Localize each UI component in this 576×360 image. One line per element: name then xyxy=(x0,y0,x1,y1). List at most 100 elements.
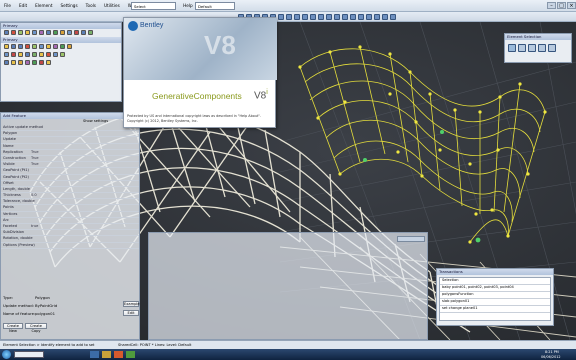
tool-icon[interactable] xyxy=(32,52,37,57)
example-button[interactable]: Example xyxy=(123,301,140,307)
tool-icon[interactable] xyxy=(25,44,30,49)
tool-icon[interactable] xyxy=(4,60,9,65)
toolbar-icon[interactable] xyxy=(390,14,396,20)
tool-icon[interactable] xyxy=(60,52,65,57)
tool-icon[interactable] xyxy=(18,52,23,57)
menu-settings[interactable]: Settings xyxy=(56,3,81,8)
edit-button[interactable]: Edit xyxy=(123,310,139,316)
tool-icon[interactable] xyxy=(4,30,9,35)
taskbar-app-icon[interactable] xyxy=(90,351,99,358)
tool-icon[interactable] xyxy=(88,30,93,35)
tool-icon[interactable] xyxy=(67,44,72,49)
tool-icon[interactable] xyxy=(81,30,86,35)
tool-icon[interactable] xyxy=(18,60,23,65)
property-key: Faceted xyxy=(3,224,18,228)
toolbar-icon[interactable] xyxy=(318,14,324,20)
maximize-button[interactable]: □ xyxy=(557,2,566,9)
minimize-button[interactable]: – xyxy=(547,2,556,9)
graph-window[interactable] xyxy=(148,232,428,340)
toolbar-icon[interactable] xyxy=(334,14,340,20)
tool-icon[interactable] xyxy=(46,30,51,35)
selection-mode-icon[interactable] xyxy=(518,44,526,52)
selection-mode-icon[interactable] xyxy=(528,44,536,52)
property-key: GeoPoint (Pt1) xyxy=(3,168,29,173)
tool-icon[interactable] xyxy=(39,52,44,57)
feature-name-value[interactable]: polygon01 xyxy=(35,311,55,316)
tool-icon[interactable] xyxy=(25,30,30,35)
property-key: Points xyxy=(3,205,14,210)
type-value[interactable]: Polygon xyxy=(35,295,50,300)
tool-icon[interactable] xyxy=(53,44,58,49)
tool-icon[interactable] xyxy=(4,44,9,49)
tool-icon[interactable] xyxy=(67,30,72,35)
toolbar-icon[interactable] xyxy=(366,14,372,20)
selection-mode-icon[interactable] xyxy=(538,44,546,52)
toolbar-icon[interactable] xyxy=(326,14,332,20)
tool-icon[interactable] xyxy=(46,44,51,49)
transaction-item[interactable]: Selection xyxy=(440,278,550,285)
graph-button[interactable] xyxy=(391,247,423,253)
create-new-button[interactable]: Create New xyxy=(3,323,23,333)
tool-icon[interactable] xyxy=(18,44,23,49)
property-value: true xyxy=(31,224,39,228)
toolbar-icon[interactable] xyxy=(374,14,380,20)
menu-utilities[interactable]: Utilities xyxy=(100,3,124,8)
tool-icon[interactable] xyxy=(11,52,16,57)
menu-element[interactable]: Element xyxy=(31,3,56,8)
taskbar-search[interactable] xyxy=(14,351,44,358)
toolbar-icon[interactable] xyxy=(350,14,356,20)
transaction-item[interactable]: set change plane01 xyxy=(440,306,550,313)
tool-icon[interactable] xyxy=(46,60,51,65)
arrow-icon[interactable] xyxy=(508,44,516,52)
taskbar-app-icon[interactable] xyxy=(126,351,135,358)
toolbar-icon[interactable] xyxy=(382,14,388,20)
window-controls[interactable] xyxy=(397,236,425,242)
tool-icon[interactable] xyxy=(39,30,44,35)
menu-edit[interactable]: Edit xyxy=(15,3,31,8)
create-copy-button[interactable]: Create Copy xyxy=(25,323,47,333)
tool-icon[interactable] xyxy=(25,52,30,57)
toolbar-icon[interactable] xyxy=(286,14,292,20)
select-dropdown[interactable]: Select xyxy=(131,2,176,10)
tool-icon[interactable] xyxy=(11,44,16,49)
close-button[interactable]: × xyxy=(567,2,576,9)
tool-icon[interactable] xyxy=(32,44,37,49)
tool-icon[interactable] xyxy=(46,52,51,57)
transaction-item[interactable]: polygonsFunction xyxy=(440,292,550,299)
menu-tools[interactable]: Tools xyxy=(82,3,100,8)
tool-icon[interactable] xyxy=(32,60,37,65)
tool-icon[interactable] xyxy=(18,30,23,35)
property-row[interactable]: Options (Preview) xyxy=(1,243,139,249)
tool-icon[interactable] xyxy=(53,30,58,35)
feature-name-label: Name of feature: xyxy=(3,311,36,316)
level-dropdown[interactable]: Default xyxy=(195,2,235,10)
tool-icon[interactable] xyxy=(60,44,65,49)
menu-file[interactable]: File xyxy=(0,3,15,8)
taskbar-app-icon[interactable] xyxy=(114,351,123,358)
taskbar-app-icon[interactable] xyxy=(102,351,111,358)
toolbar-icon[interactable] xyxy=(358,14,364,20)
toolbar-icon[interactable] xyxy=(342,14,348,20)
toolbar-icon[interactable] xyxy=(294,14,300,20)
toolbar-icon[interactable] xyxy=(302,14,308,20)
tool-icon[interactable] xyxy=(53,52,58,57)
selection-mode-icon[interactable] xyxy=(548,44,556,52)
tool-icon[interactable] xyxy=(39,60,44,65)
toolbar-icon[interactable] xyxy=(278,14,284,20)
tool-icon[interactable] xyxy=(25,60,30,65)
tool-icon[interactable] xyxy=(32,30,37,35)
tool-icon[interactable] xyxy=(11,60,16,65)
selected-nodes xyxy=(363,130,481,243)
transaction-item[interactable]: slab polygon01 xyxy=(440,299,550,306)
tool-icon[interactable] xyxy=(11,30,16,35)
taskbar: 8:21 PM 06/06/2012 xyxy=(0,349,576,360)
transactions-title: Transactions xyxy=(437,269,553,275)
start-button[interactable] xyxy=(2,350,11,359)
tool-icon[interactable] xyxy=(60,30,65,35)
tool-icon[interactable] xyxy=(4,52,9,57)
tool-icon[interactable] xyxy=(74,30,79,35)
toolbar-icon[interactable] xyxy=(310,14,316,20)
tool-icon[interactable] xyxy=(39,44,44,49)
update-method-value[interactable]: ByPointGrid xyxy=(35,303,57,308)
transaction-item[interactable]: baby point01, point02, point03, point04 xyxy=(440,285,550,292)
